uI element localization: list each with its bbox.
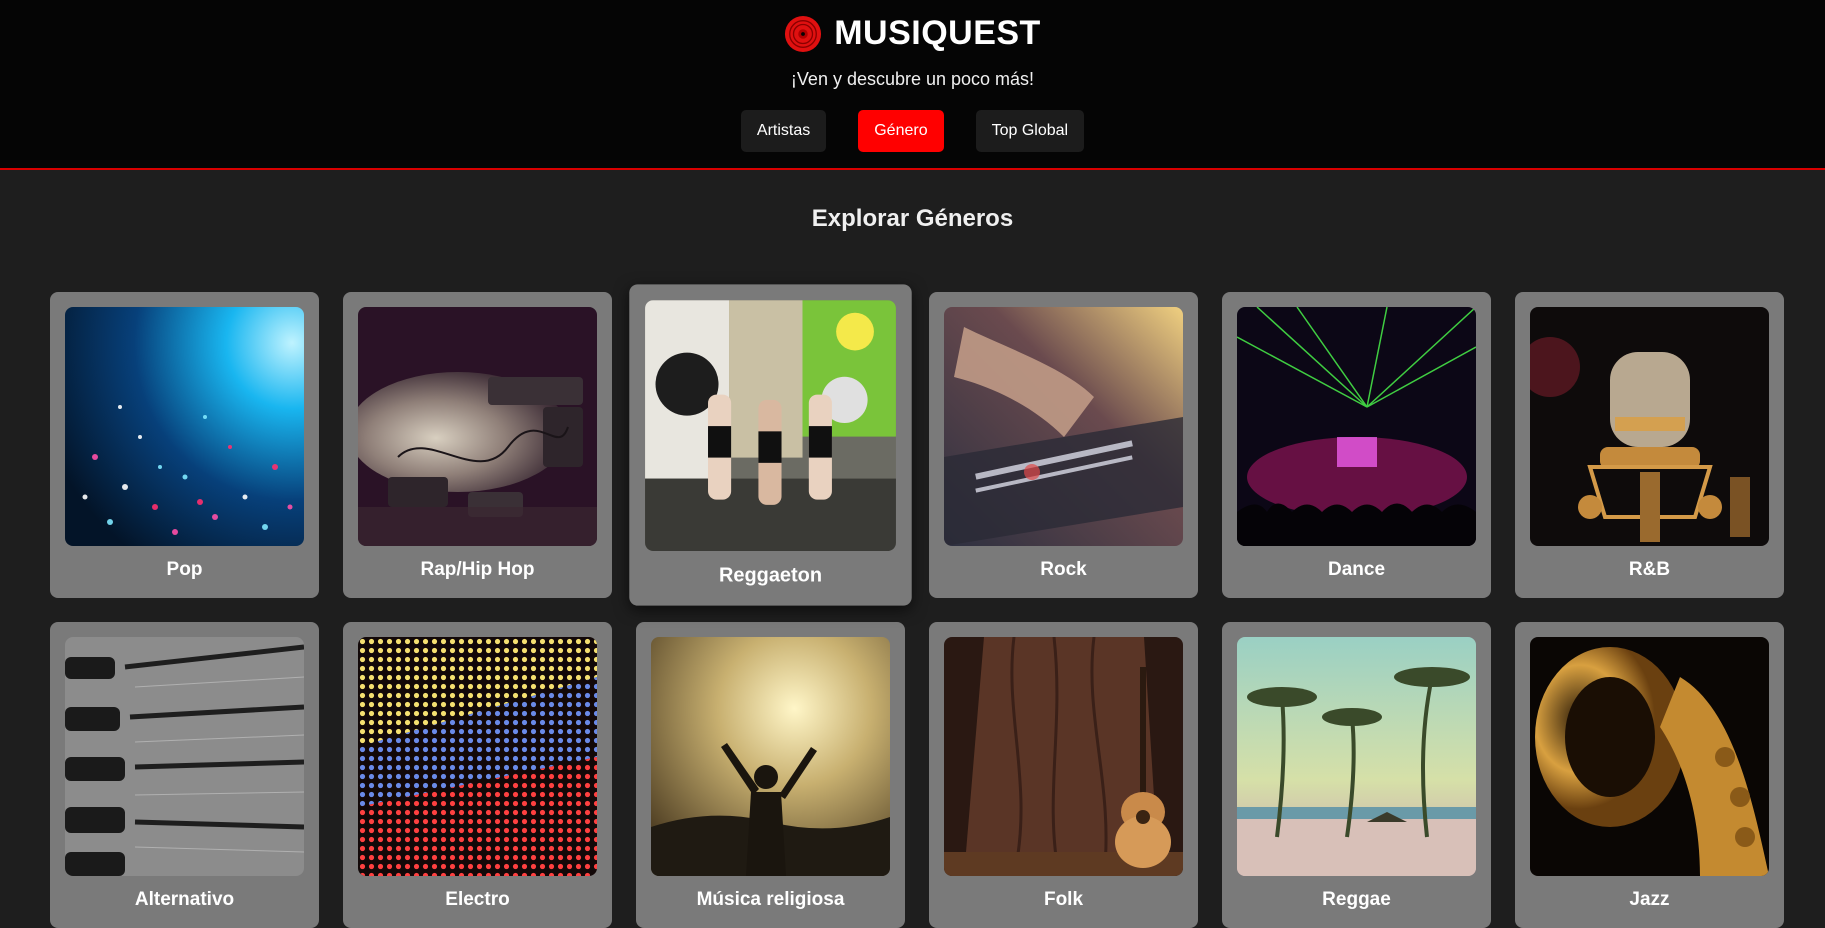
genre-card-musica-religiosa[interactable]: Música religiosa bbox=[636, 622, 905, 928]
main-nav: Artistas Género Top Global bbox=[0, 110, 1825, 152]
genre-grid: Pop Rap/Hip Hop Reggaeton Rock Dance R&B… bbox=[50, 284, 1784, 928]
genre-image-alternativo bbox=[65, 637, 304, 876]
genre-label: Dance bbox=[1327, 559, 1386, 580]
genre-label: Reggaeton bbox=[718, 564, 823, 587]
genre-image-electro bbox=[358, 637, 597, 876]
genre-label: Pop bbox=[166, 559, 203, 580]
genre-card-electro[interactable]: Electro bbox=[343, 622, 612, 928]
genre-label: Electro bbox=[445, 889, 510, 910]
genre-image-jazz bbox=[1530, 637, 1769, 876]
genre-card-rap-hip-hop[interactable]: Rap/Hip Hop bbox=[343, 292, 612, 598]
genre-card-reggae[interactable]: Reggae bbox=[1222, 622, 1491, 928]
genre-label: Folk bbox=[1043, 889, 1084, 910]
nav-top-global-button[interactable]: Top Global bbox=[975, 110, 1085, 152]
genre-card-r-and-b[interactable]: R&B bbox=[1515, 292, 1784, 598]
genre-card-reggaeton[interactable]: Reggaeton bbox=[629, 284, 912, 606]
genre-image-musica-religiosa bbox=[651, 637, 890, 876]
brand-title: MUSIQUEST bbox=[834, 14, 1041, 52]
site-header: MUSIQUEST ¡Ven y descubre un poco más! A… bbox=[0, 0, 1825, 170]
genre-label: Rock bbox=[1040, 559, 1087, 580]
vinyl-record-icon bbox=[784, 15, 822, 53]
genre-card-alternativo[interactable]: Alternativo bbox=[50, 622, 319, 928]
genre-image-rap-hip-hop bbox=[358, 307, 597, 546]
genre-card-rock[interactable]: Rock bbox=[929, 292, 1198, 598]
nav-genre-button[interactable]: Género bbox=[858, 110, 944, 152]
genre-label: Reggae bbox=[1322, 889, 1391, 910]
genre-image-dance bbox=[1237, 307, 1476, 546]
genre-image-reggae bbox=[1237, 637, 1476, 876]
brand: MUSIQUEST bbox=[0, 14, 1825, 53]
section-title: Explorar Géneros bbox=[811, 205, 1014, 232]
genre-label: R&B bbox=[1628, 559, 1671, 580]
genre-label: Jazz bbox=[1629, 889, 1670, 910]
genre-card-folk[interactable]: Folk bbox=[929, 622, 1198, 928]
genre-label: Alternativo bbox=[134, 889, 235, 910]
genre-card-pop[interactable]: Pop bbox=[50, 292, 319, 598]
genre-label: Rap/Hip Hop bbox=[420, 559, 535, 580]
genre-label: Música religiosa bbox=[696, 889, 845, 910]
genre-card-dance[interactable]: Dance bbox=[1222, 292, 1491, 598]
genre-image-rock bbox=[944, 307, 1183, 546]
genre-image-reggaeton bbox=[645, 300, 896, 552]
nav-artists-button[interactable]: Artistas bbox=[740, 110, 827, 152]
genre-image-pop bbox=[65, 307, 304, 546]
tagline: ¡Ven y descubre un poco más! bbox=[790, 69, 1035, 89]
genre-image-folk bbox=[944, 637, 1183, 876]
genre-card-jazz[interactable]: Jazz bbox=[1515, 622, 1784, 928]
genre-image-r-and-b bbox=[1530, 307, 1769, 546]
